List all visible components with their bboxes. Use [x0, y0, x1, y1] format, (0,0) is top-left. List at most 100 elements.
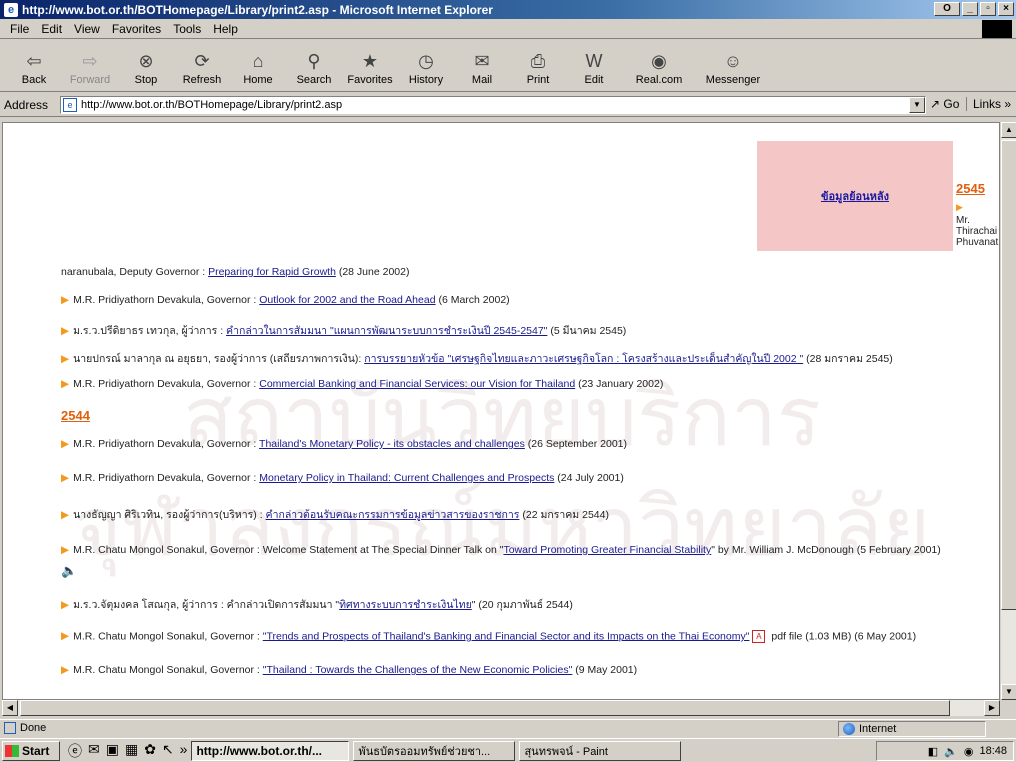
item-date: " (20 กุมภาพันธ์ 2544): [471, 599, 573, 611]
toolbar: ⇦ Back ⇨ Forward ⊗ Stop ⟳ Refresh ⌂ Home ⚲ Sea…: [0, 40, 1016, 92]
quick-launch: ⓔ ✉ ▣ ▦ ✿ ↖ »: [68, 741, 187, 761]
taskbar: Start ⓔ ✉ ▣ ▦ ✿ ↖ » http://www.bot.or.th…: [0, 738, 1016, 762]
stop-button[interactable]: ⊗ Stop: [118, 40, 174, 90]
pdf-icon[interactable]: A: [752, 630, 766, 643]
links-button[interactable]: Links »: [966, 97, 1011, 111]
menu-view[interactable]: View: [74, 22, 100, 36]
speech-link[interactable]: Monetary Policy in Thailand: Current Cha…: [259, 472, 554, 484]
scroll-right-icon[interactable]: ▶: [984, 700, 1000, 716]
item-prefix: M.R. Chatu Mongol Sonakul, Governor :: [73, 630, 263, 643]
chevron-icon[interactable]: »: [180, 741, 188, 761]
scroll-up-icon[interactable]: ▲: [1001, 122, 1016, 138]
tray-app-icon[interactable]: ◉: [964, 745, 974, 758]
speech-link[interactable]: Thailand's Monetary Policy - its obstacl…: [259, 438, 525, 450]
item-date: (23 January 2002): [575, 378, 664, 390]
favorites-button[interactable]: ★ Favorites: [342, 40, 398, 90]
forward-button[interactable]: ⇨ Forward: [62, 40, 118, 90]
ie-quicklaunch-icon[interactable]: ⓔ: [68, 741, 82, 761]
bullet-icon: ▶: [61, 353, 70, 365]
year-heading: 2544: [61, 408, 90, 423]
item-prefix: naranubala, Deputy Governor :: [61, 266, 209, 278]
messenger-button[interactable]: ☺ Messenger: [696, 40, 770, 90]
mail-icon: ✉: [474, 50, 490, 71]
volume-icon[interactable]: 🔈: [944, 745, 958, 758]
address-dropdown-icon[interactable]: ▼: [909, 97, 925, 113]
refresh-button[interactable]: ⟳ Refresh: [174, 40, 230, 90]
start-button[interactable]: Start: [2, 740, 60, 761]
list-item: ▶ M.R. Chatu Mongol Sonakul, Governor : "…: [61, 664, 637, 676]
menu-tools[interactable]: Tools: [173, 22, 201, 36]
mail-button[interactable]: ✉ Mail: [454, 40, 510, 90]
clock[interactable]: 18:48: [979, 745, 1007, 757]
scroll-left-icon[interactable]: ◀: [2, 700, 18, 716]
year-2545-link[interactable]: 2545: [956, 181, 985, 196]
vertical-scroll-thumb[interactable]: [1001, 140, 1016, 610]
speech-link[interactable]: การบรรยายหัวข้อ "เศรษฐกิจไทยและภาวะเศรษฐ…: [364, 353, 803, 365]
cursor-quicklaunch-icon[interactable]: ↖: [162, 741, 174, 761]
speech-link[interactable]: "Thailand : Towards the Challenges of th…: [263, 664, 573, 676]
speech-link[interactable]: คำกล่าวต้อนรับคณะกรรมการข้อมูลข่าวสารของ…: [266, 509, 520, 521]
speech-link[interactable]: ทิศทางระบบการชำระเงินไทย: [339, 599, 472, 611]
minimize-button[interactable]: _: [962, 2, 978, 16]
back-button[interactable]: ⇦ Back: [6, 40, 62, 90]
print-icon: ⎙: [530, 50, 546, 71]
item-prefix: ม.ร.ว.จัตุมงคล โสณกุล, ผู้ว่าการ : คำกล่…: [73, 599, 340, 611]
item-prefix: M.R. Pridiyathorn Devakula, Governor :: [73, 294, 260, 306]
edit-label: Edit: [584, 74, 604, 86]
speech-link[interactable]: "Trends and Prospects of Thailand's Bank…: [263, 630, 750, 642]
list-item: ▶ ม.ร.ว.ปรีดิยาธร เทวกุล, ผู้ว่าการ : คำก…: [61, 322, 626, 339]
item-date: (28 June 2002): [335, 266, 410, 278]
item-date: (9 May 2001): [572, 664, 638, 676]
windows-flag-icon: [5, 744, 19, 757]
search-button[interactable]: ⚲ Search: [286, 40, 342, 90]
vertical-scrollbar[interactable]: ▲ ▼: [1000, 122, 1016, 700]
scroll-down-icon[interactable]: ▼: [1001, 684, 1016, 700]
menu-file[interactable]: File: [10, 22, 29, 36]
speech-link[interactable]: Toward Promoting Greater Financial Stabi…: [503, 544, 711, 556]
network-icon[interactable]: ◧: [928, 745, 938, 758]
address-bar: Address e http://www.bot.or.th/BOTHomepa…: [0, 93, 1016, 117]
address-url[interactable]: http://www.bot.or.th/BOTHomepage/Library…: [81, 99, 342, 111]
address-input[interactable]: e http://www.bot.or.th/BOTHomepage/Libra…: [60, 96, 926, 114]
home-button[interactable]: ⌂ Home: [230, 40, 286, 90]
item-prefix: M.R. Chatu Mongol Sonakul, Governor : We…: [73, 544, 504, 556]
app-quicklaunch-icon[interactable]: ▦: [125, 741, 138, 761]
speech-link[interactable]: Commercial Banking and Financial Service…: [259, 378, 575, 390]
archive-box: ข้อมูลย้อนหลัง: [757, 141, 953, 251]
window-extra-button[interactable]: O: [934, 2, 960, 16]
print-button[interactable]: ⎙ Print: [510, 40, 566, 90]
menu-edit[interactable]: Edit: [41, 22, 62, 36]
go-button[interactable]: ↗ Go: [930, 97, 959, 111]
history-button[interactable]: ◷ History: [398, 40, 454, 90]
horizontal-scroll-thumb[interactable]: [20, 700, 950, 716]
close-button[interactable]: ×: [998, 2, 1014, 16]
menu-help[interactable]: Help: [213, 22, 238, 36]
item-date: pdf file (1.03 MB) (6 May 2001): [768, 630, 917, 643]
list-item: ▶ M.R. Pridiyathorn Devakula, Governor : …: [61, 294, 510, 306]
list-item: ▶ M.R. Chatu Mongol Sonakul, Governor : W…: [61, 544, 941, 556]
desktop-quicklaunch-icon[interactable]: ▣: [106, 741, 119, 761]
speech-link[interactable]: คำกล่าวในการสัมมนา "แผนการพัฒนาระบบการชำ…: [226, 325, 547, 337]
speech-link[interactable]: Preparing for Rapid Growth: [208, 266, 336, 278]
year-2544-link[interactable]: 2544: [61, 408, 90, 423]
search-label: Search: [296, 74, 332, 86]
tool-quicklaunch-icon[interactable]: ✿: [144, 741, 156, 761]
edit-button[interactable]: W Edit: [566, 40, 622, 90]
horizontal-scrollbar[interactable]: ◀ ▶: [2, 700, 1000, 716]
maximize-button[interactable]: ▫: [980, 2, 996, 16]
list-item: ▶ M.R. Pridiyathorn Devakula, Governor : …: [61, 378, 663, 390]
task-paint[interactable]: สุนทรพจน์ - Paint: [519, 740, 682, 761]
realcom-button[interactable]: ◉ Real.com: [622, 40, 696, 90]
sidebar-text-1: Mr.: [956, 215, 970, 226]
menu-favorites[interactable]: Favorites: [112, 22, 161, 36]
page-viewport: สถาบันวิทยบริการ จุฬาลงกรณ์มหาวิทยาลัย ข…: [2, 122, 1000, 700]
bullet-icon: ▶: [61, 294, 70, 306]
status-bar: Done Internet: [0, 719, 1016, 737]
task-browser[interactable]: http://www.bot.or.th/...: [191, 740, 350, 761]
archive-link[interactable]: ข้อมูลย้อนหลัง: [821, 187, 889, 205]
system-tray: ◧ 🔈 ◉ 18:48: [876, 741, 1014, 761]
speech-link[interactable]: Outlook for 2002 and the Road Ahead: [259, 294, 435, 306]
speaker-icon[interactable]: 🔈: [61, 563, 77, 579]
task-word-doc[interactable]: พันธบัตรออมทรัพย์ช่วยชา...: [353, 740, 516, 761]
outlook-quicklaunch-icon[interactable]: ✉: [88, 741, 100, 761]
